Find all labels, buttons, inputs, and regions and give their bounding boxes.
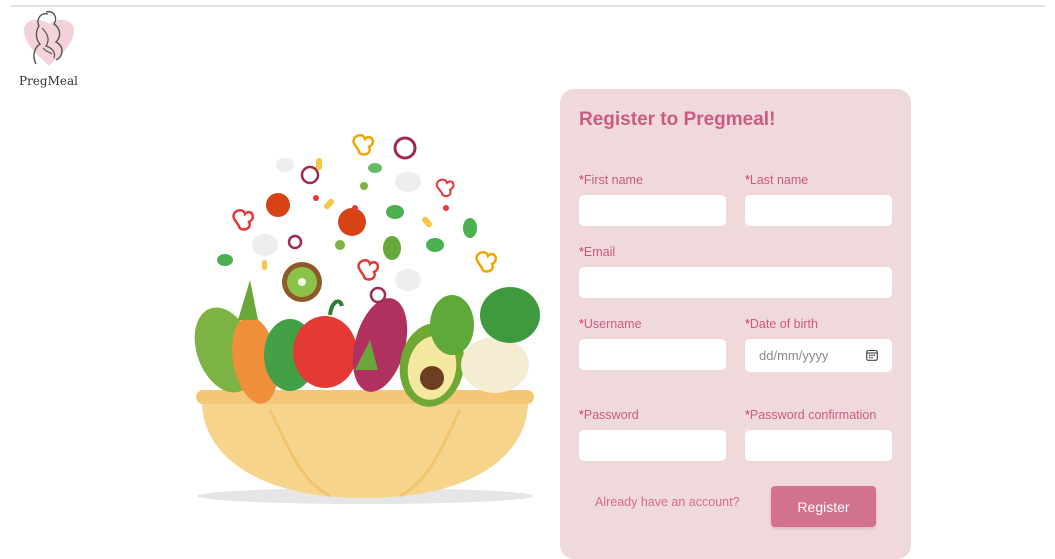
password-confirmation-input[interactable]: [745, 430, 892, 461]
password-label: *Password: [579, 408, 639, 422]
brand-name: PregMeal: [19, 74, 78, 88]
first-name-label-text: First name: [583, 173, 643, 187]
date-of-birth-label: *Date of birth: [745, 317, 818, 331]
username-input[interactable]: [579, 339, 726, 370]
username-label: *Username: [579, 317, 642, 331]
login-link[interactable]: Already have an account?: [595, 495, 740, 509]
email-input[interactable]: [579, 267, 892, 298]
password-confirmation-label-text: Password confirmation: [749, 408, 877, 422]
pregnant-woman-logo-icon: [24, 10, 74, 67]
calendar-icon[interactable]: [866, 349, 878, 361]
email-label-text: Email: [583, 245, 616, 259]
password-label-text: Password: [583, 408, 639, 422]
date-placeholder: dd/mm/yyyy: [759, 348, 829, 363]
salad-bowl-illustration: [180, 120, 550, 515]
brand-logo[interactable]: PregMeal: [14, 8, 84, 88]
password-confirmation-label: *Password confirmation: [745, 408, 876, 422]
email-label: *Email: [579, 245, 615, 259]
form-title: Register to Pregmeal!: [579, 109, 776, 130]
date-of-birth-input[interactable]: dd/mm/yyyy: [745, 339, 892, 372]
registration-card: Register to Pregmeal! *First name *Last …: [560, 89, 911, 559]
top-divider: [10, 5, 1045, 7]
date-of-birth-label-text: Date of birth: [749, 317, 818, 331]
username-label-text: Username: [583, 317, 642, 331]
first-name-input[interactable]: [579, 195, 726, 226]
password-input[interactable]: [579, 430, 726, 461]
last-name-input[interactable]: [745, 195, 892, 226]
first-name-label: *First name: [579, 173, 643, 187]
last-name-label: *Last name: [745, 173, 808, 187]
last-name-label-text: Last name: [749, 173, 809, 187]
register-button[interactable]: Register: [771, 486, 876, 527]
